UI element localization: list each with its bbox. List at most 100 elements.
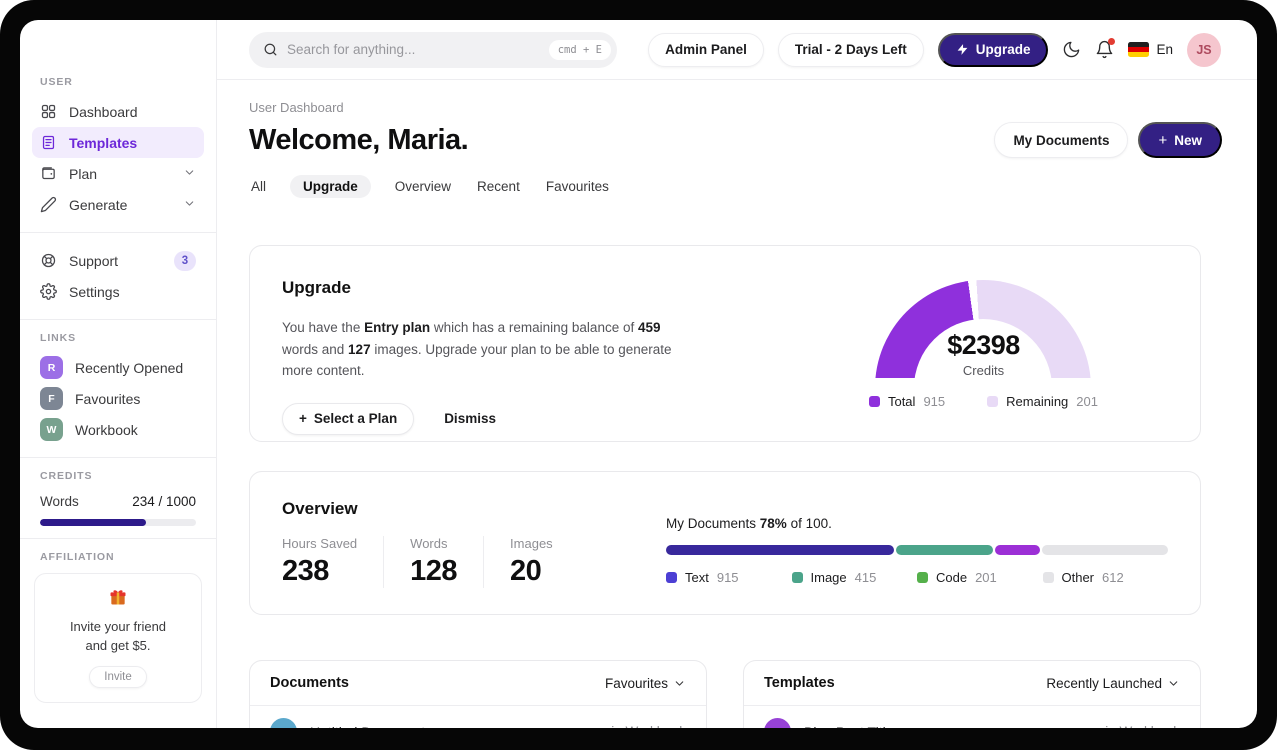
gauge-value: $2398 (947, 330, 1020, 360)
stat-label: Images (510, 536, 553, 551)
language-label: En (1156, 42, 1173, 57)
dark-mode-toggle[interactable] (1062, 40, 1081, 59)
sidebar-item-generate[interactable]: Generate (32, 189, 204, 220)
stat-label: Hours Saved (282, 536, 358, 551)
sidebar-item-label: Settings (69, 283, 120, 300)
documents-filter-dropdown[interactable]: Favourites (605, 676, 686, 691)
notifications-button[interactable] (1095, 38, 1116, 59)
tab-recent[interactable]: Recent (475, 175, 522, 198)
link-initial-badge: W (40, 418, 63, 441)
select-plan-button[interactable]: + Select a Plan (282, 402, 415, 435)
new-button[interactable]: + New (1138, 122, 1222, 158)
tab-favourites[interactable]: Favourites (544, 175, 611, 198)
sidebar-item-support[interactable]: Support 3 (32, 245, 204, 276)
affiliation-card: Invite your friend and get $5. Invite (34, 573, 202, 703)
sidebar-item-dashboard[interactable]: Dashboard (32, 96, 204, 127)
templates-filter-dropdown[interactable]: Recently Launched (1046, 676, 1180, 691)
template-title: Blog Post Title (804, 724, 894, 729)
legend-value: 915 (716, 570, 739, 585)
dismiss-button[interactable]: Dismiss (444, 411, 496, 426)
tab-all[interactable]: All (249, 175, 268, 198)
bar-segment-text (666, 545, 895, 555)
filter-tabs: All Upgrade Overview Recent Favourites (249, 175, 1201, 198)
overview-stats: Overview Hours Saved 238 Words 128 Image… (282, 499, 666, 588)
moon-icon (1064, 41, 1080, 58)
document-title: Untitled Document (310, 724, 425, 729)
documents-progress-block: My Documents 78% of 100. Text 915 Image … (666, 499, 1169, 587)
documents-card: Documents Favourites Untitled Document i… (249, 660, 707, 728)
stat-images: Images 20 (483, 536, 579, 588)
grid-icon (41, 104, 56, 119)
sidebar-item-label: Dashboard (69, 103, 138, 120)
sidebar-link-label: Workbook (75, 421, 138, 438)
sidebar-link-workbook[interactable]: W Workbook (32, 414, 204, 445)
language-selector[interactable]: En (1128, 42, 1173, 57)
stat-value: 238 (282, 555, 329, 587)
sidebar-link-favourites[interactable]: F Favourites (32, 383, 204, 414)
pencil-icon (40, 196, 57, 213)
sidebar-item-settings[interactable]: Settings (32, 276, 204, 307)
search-input[interactable] (287, 42, 540, 57)
app-window: USER Dashboard Templates Plan Generate S… (20, 20, 1257, 728)
sidebar-divider (20, 457, 216, 458)
gauge-caption: Credits (962, 363, 1005, 378)
legend-label: Total (887, 394, 916, 409)
sidebar-heading-credits: CREDITS (40, 470, 93, 482)
select-plan-label: Select a Plan (313, 411, 398, 427)
legend-swatch (791, 572, 803, 583)
documents-progress-label: My Documents 78% of 100. (666, 516, 832, 531)
wallet-icon (42, 167, 55, 180)
sidebar-divider (20, 232, 216, 233)
credits-gauge: $2398 Credits Total 915 Remaining 201 (868, 278, 1098, 409)
legend-value: 612 (1102, 570, 1124, 585)
bar-segment-other (1041, 545, 1169, 555)
sidebar-divider (20, 319, 216, 320)
upgrade-card-title: Upgrade (282, 278, 351, 297)
templates-card: Templates Recently Launched Blog Post Ti… (743, 660, 1201, 728)
invite-button[interactable]: Invite (89, 665, 147, 688)
sidebar-item-label: Generate (69, 196, 128, 213)
main-area: cmd + E Admin Panel Trial - 2 Days Left … (217, 20, 1257, 728)
legend-item-image: Image 415 (791, 570, 918, 585)
sidebar-item-templates[interactable]: Templates (32, 127, 204, 158)
credits-value: 234 / 1000 (132, 494, 196, 509)
list-item[interactable]: Untitled Document in Workbook (250, 706, 706, 728)
my-documents-button[interactable]: My Documents (994, 122, 1129, 158)
sidebar-link-label: Favourites (75, 390, 141, 407)
legend-value: 415 (854, 570, 877, 585)
breadcrumb: User Dashboard (249, 100, 344, 115)
templates-card-title: Templates (764, 675, 835, 691)
topbar: cmd + E Admin Panel Trial - 2 Days Left … (217, 20, 1257, 80)
gear-icon (40, 283, 57, 300)
words-progress-fill (40, 519, 147, 526)
tab-upgrade[interactable]: Upgrade (290, 175, 371, 198)
avatar[interactable]: JS (1187, 32, 1221, 67)
bottom-cards-row: Documents Favourites Untitled Document i… (249, 660, 1201, 728)
legend-label: Other (1061, 570, 1095, 585)
trial-status-button[interactable]: Trial - 2 Days Left (777, 32, 924, 67)
legend-item-total: Total 915 (868, 394, 945, 409)
gauge-legend: Total 915 Remaining 201 (868, 394, 1098, 409)
list-item[interactable]: Blog Post Title in Workbook (744, 706, 1200, 728)
tab-overview[interactable]: Overview (393, 175, 453, 198)
upgrade-button[interactable]: Upgrade (937, 32, 1049, 67)
gauge-center-text: $2398 Credits (875, 330, 1091, 378)
chevron-down-icon (675, 680, 684, 686)
sidebar-link-label: Recently Opened (75, 359, 184, 376)
sidebar-item-plan[interactable]: Plan (32, 158, 204, 189)
admin-panel-button[interactable]: Admin Panel (648, 32, 764, 67)
stacked-progress-bar (666, 545, 1169, 555)
sidebar-item-label: Templates (69, 134, 138, 151)
stat-label: Words (410, 536, 448, 551)
upgrade-card: Upgrade You have the Entry plan which ha… (249, 245, 1201, 442)
stat-words: Words 128 (383, 536, 483, 588)
documents-card-title: Documents (270, 675, 349, 691)
plus-icon: + (1158, 131, 1168, 149)
search-bar[interactable]: cmd + E (249, 31, 617, 68)
bar-segment-code (994, 545, 1040, 555)
credits-label: Words (40, 494, 79, 509)
page-content: User Dashboard Welcome, Maria. My Docume… (217, 80, 1257, 728)
sidebar-item-label: Support (69, 252, 119, 269)
sidebar-link-recently-opened[interactable]: R Recently Opened (32, 352, 204, 383)
upgrade-button-label: Upgrade (975, 42, 1031, 57)
